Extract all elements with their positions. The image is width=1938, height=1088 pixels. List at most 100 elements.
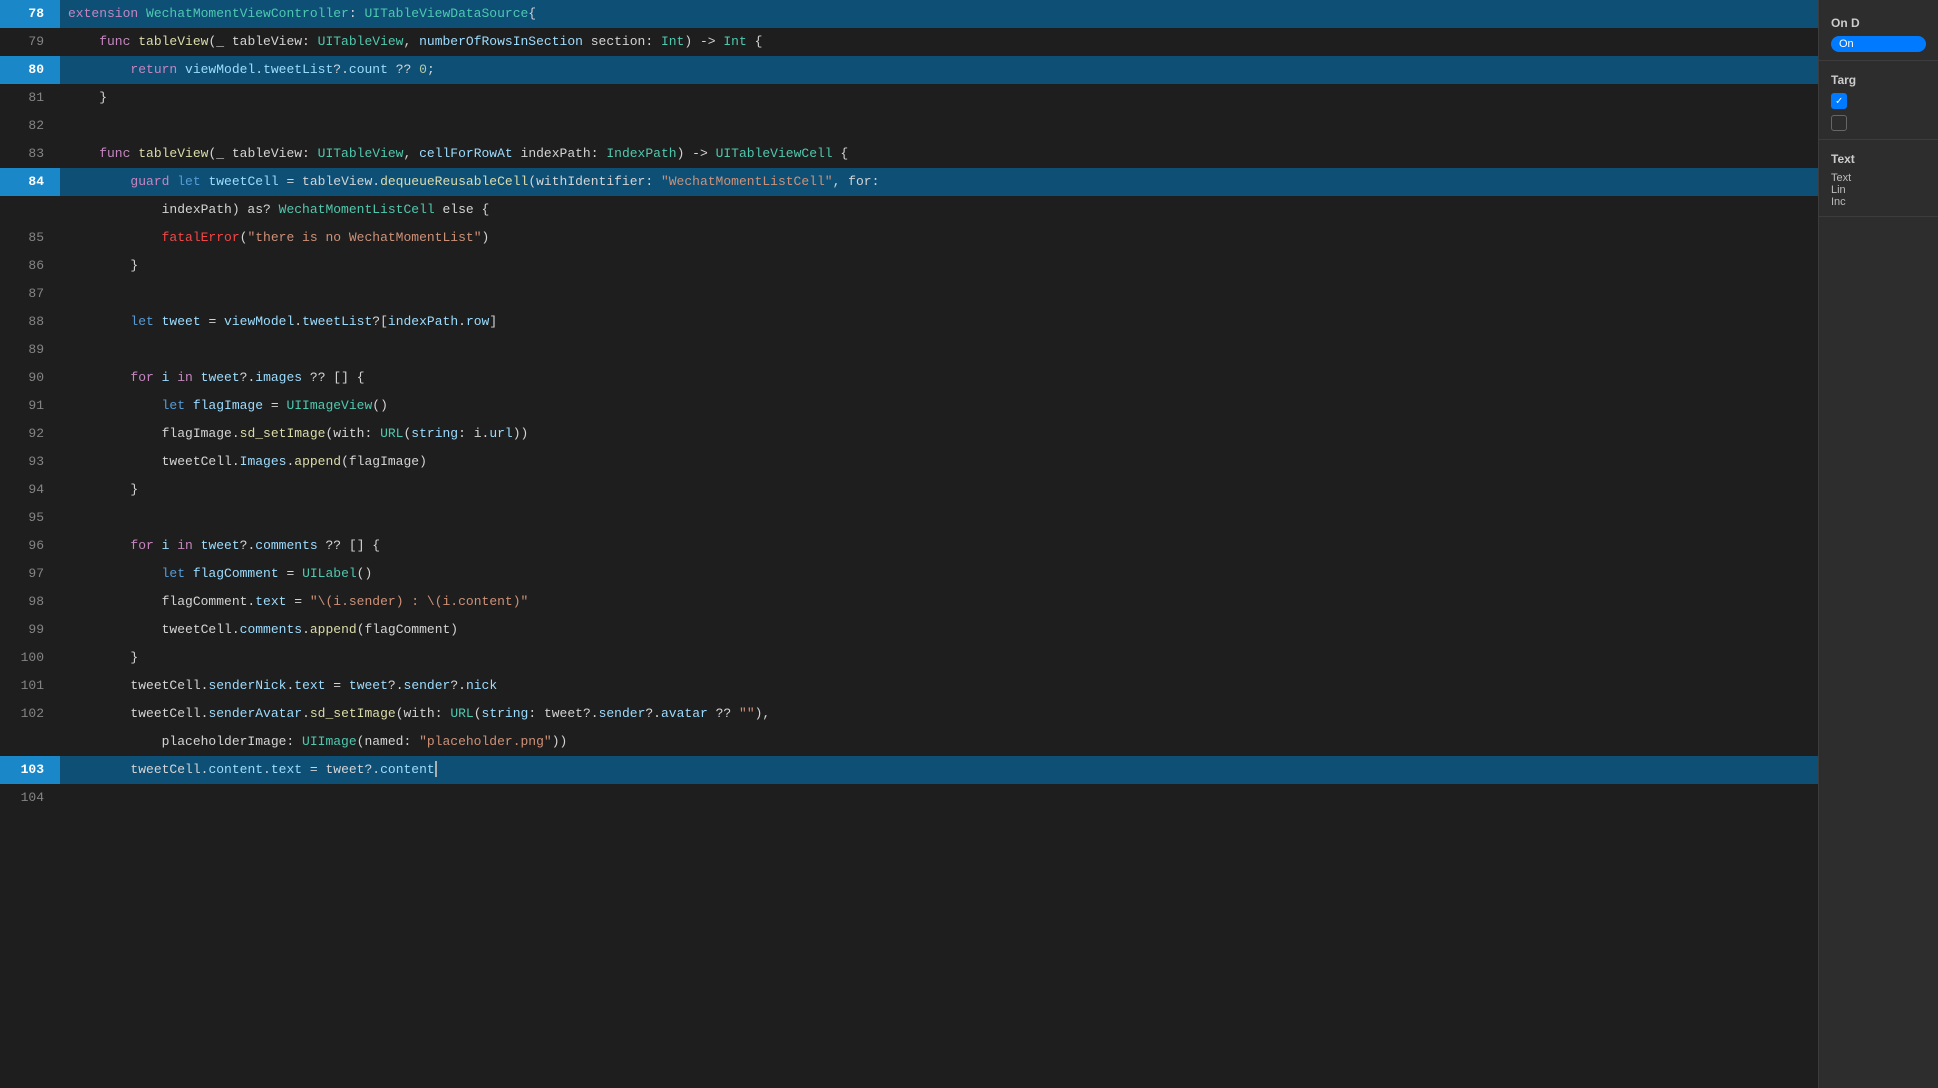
line-content: }: [60, 476, 1818, 504]
text-line-3: Inc: [1831, 196, 1926, 208]
line-number: 89: [0, 336, 60, 364]
line-content: func tableView(_ tableView: UITableView,…: [60, 140, 1818, 168]
token: content: [458, 594, 513, 609]
token: :: [349, 6, 365, 21]
token: (_ tableView:: [208, 34, 317, 49]
code-line: indexPath) as? WechatMomentListCell else…: [0, 196, 1818, 224]
code-editor[interactable]: 78extension WechatMomentViewController: …: [0, 0, 1818, 1088]
token: fatalError: [162, 230, 240, 245]
token: return: [68, 62, 185, 77]
token: Int: [661, 34, 684, 49]
token: else {: [435, 202, 490, 217]
token: avatar: [661, 706, 708, 721]
token: .: [255, 62, 263, 77]
code-line: 104: [0, 784, 1818, 812]
token: sd_setImage: [240, 426, 326, 441]
line-content: return viewModel.tweetList?.count ?? 0;: [60, 56, 1818, 84]
token: row: [466, 314, 489, 329]
text-label: Text: [1831, 152, 1926, 166]
line-number: 98: [0, 588, 60, 616]
token: ?.: [333, 62, 349, 77]
token: for: [68, 538, 162, 553]
code-line: 85 fatalError("there is no WechatMomentL…: [0, 224, 1818, 252]
line-content: tweetCell.senderNick.text = tweet?.sende…: [60, 672, 1818, 700]
code-line: 92 flagImage.sd_setImage(with: URL(strin…: [0, 420, 1818, 448]
line-content: for i in tweet?.comments ?? [] {: [60, 532, 1818, 560]
token: tweetList: [302, 314, 372, 329]
token: for: [68, 370, 162, 385]
token: indexPath) as?: [68, 202, 279, 217]
token: .: [263, 762, 271, 777]
token: content: [208, 762, 263, 777]
line-number: 83: [0, 140, 60, 168]
token: nick: [466, 678, 497, 693]
line-content: let flagComment = UILabel(): [60, 560, 1818, 588]
token: ?.: [240, 538, 256, 553]
token: WechatMomentViewController: [146, 6, 349, 21]
token: section:: [583, 34, 661, 49]
checkbox-2[interactable]: [1831, 115, 1847, 131]
token: UITableViewCell: [716, 146, 833, 161]
token: Int: [723, 34, 746, 49]
token: "WechatMomentListCell": [661, 174, 833, 189]
token: tweetCell.: [68, 706, 208, 721]
token: ?? [] {: [302, 370, 364, 385]
token: WechatMomentListCell: [279, 202, 435, 217]
token: indexPath: [388, 314, 458, 329]
code-line: 98 flagComment.text = "\(i.sender) : \(i…: [0, 588, 1818, 616]
token: ): [482, 230, 490, 245]
line-number: 99: [0, 616, 60, 644]
token: flagImage.: [68, 426, 240, 441]
line-number: 84: [0, 168, 60, 196]
token: ?? [] {: [318, 538, 380, 553]
text-line-1: Text: [1831, 172, 1926, 184]
target-label: Targ: [1831, 73, 1926, 87]
token: tweetCell.: [68, 622, 240, 637]
token: )): [552, 734, 568, 749]
code-line: 88 let tweet = viewModel.tweetList?[inde…: [0, 308, 1818, 336]
token: ) ->: [684, 34, 723, 49]
code-line: 78extension WechatMomentViewController: …: [0, 0, 1818, 28]
line-content: placeholderImage: UIImage(named: "placeh…: [60, 728, 1818, 756]
token: {: [528, 6, 536, 21]
token: "placeholder.png": [419, 734, 552, 749]
token: (): [357, 566, 373, 581]
code-line: 82: [0, 112, 1818, 140]
token: tweetCell.: [68, 762, 208, 777]
token: tweet: [349, 678, 388, 693]
on-toggle[interactable]: On: [1831, 36, 1926, 52]
token: tweet: [201, 370, 240, 385]
code-line: 101 tweetCell.senderNick.text = tweet?.s…: [0, 672, 1818, 700]
token: {: [747, 34, 763, 49]
token: sender: [349, 594, 396, 609]
line-content: extension WechatMomentViewController: UI…: [60, 0, 1818, 28]
token: tweetCell.: [68, 454, 240, 469]
token: string: [411, 426, 458, 441]
token: 0: [419, 62, 427, 77]
token: : i.: [458, 426, 489, 441]
checkbox-1[interactable]: ✓: [1831, 93, 1847, 109]
token: ,: [403, 34, 419, 49]
token: let: [68, 398, 193, 413]
token: tweetList: [263, 62, 333, 77]
token: , for:: [833, 174, 880, 189]
line-content: tweetCell.Images.append(flagImage): [60, 448, 1818, 476]
token: UITableView: [318, 34, 404, 49]
token: func: [68, 34, 138, 49]
token: =: [201, 314, 224, 329]
token: "": [739, 706, 755, 721]
line-number: [0, 728, 60, 756]
code-line: 100 }: [0, 644, 1818, 672]
token: URL: [380, 426, 403, 441]
token: let: [68, 566, 193, 581]
line-number: 95: [0, 504, 60, 532]
line-content: let tweet = viewModel.tweetList?[indexPa…: [60, 308, 1818, 336]
line-number: 80: [0, 56, 60, 84]
token: =: [286, 594, 309, 609]
token: (named:: [357, 734, 419, 749]
token: images: [255, 370, 302, 385]
token: sender: [599, 706, 646, 721]
line-number: 101: [0, 672, 60, 700]
token: }: [68, 482, 138, 497]
line-content: guard let tweetCell = tableView.dequeueR…: [60, 168, 1818, 196]
